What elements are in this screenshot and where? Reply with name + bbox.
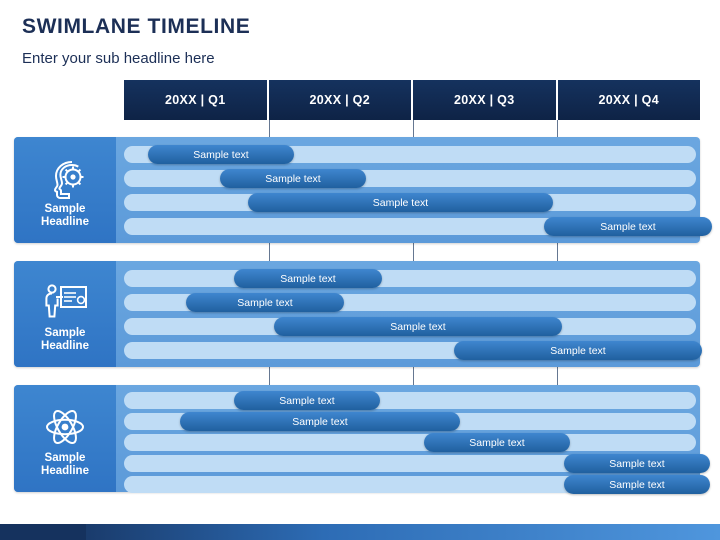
quarter-header-q4[interactable]: 20XX | Q4 xyxy=(557,80,700,120)
swimlane-2: Sample Headline Sample text Sample text … xyxy=(14,261,702,367)
task-bar[interactable]: Sample text xyxy=(424,433,570,452)
task-bar[interactable]: Sample text xyxy=(148,145,294,164)
task-bar[interactable]: Sample text xyxy=(186,293,344,312)
swimlane-1-icon-panel[interactable]: Sample Headline xyxy=(14,137,116,243)
swimlane-3-icon-panel[interactable]: Sample Headline xyxy=(14,385,116,492)
swimlane-1-rows: Sample text Sample text Sample text Samp… xyxy=(124,137,712,243)
swimlane-1-label-line2: Headline xyxy=(41,216,89,228)
task-bar[interactable]: Sample text xyxy=(248,193,553,212)
task-bar[interactable]: Sample text xyxy=(234,269,382,288)
track-row xyxy=(124,392,696,409)
task-bar[interactable]: Sample text xyxy=(544,217,712,236)
task-bar[interactable]: Sample text xyxy=(274,317,562,336)
task-bar[interactable]: Sample text xyxy=(180,412,460,431)
swimlane-3-label: Sample Headline xyxy=(41,452,89,478)
page-title: SWIMLANE TIMELINE xyxy=(22,15,251,38)
swimlane-2-label: Sample Headline xyxy=(41,327,89,353)
swimlane-2-label-line2: Headline xyxy=(41,340,89,352)
task-bar[interactable]: Sample text xyxy=(564,454,710,473)
slide: SWIMLANE TIMELINE Enter your sub headlin… xyxy=(0,0,720,540)
task-bar[interactable]: Sample text xyxy=(220,169,366,188)
quarter-header-q3[interactable]: 20XX | Q3 xyxy=(413,80,556,120)
quarter-header-row: 20XX | Q1 20XX | Q2 20XX | Q3 20XX | Q4 xyxy=(124,80,700,120)
quarter-header-q1[interactable]: 20XX | Q1 xyxy=(124,80,267,120)
task-bar[interactable]: Sample text xyxy=(454,341,702,360)
swimlane-3-label-line1: Sample xyxy=(44,451,86,464)
task-bar[interactable]: Sample text xyxy=(564,475,710,494)
quarter-header-q2[interactable]: 20XX | Q2 xyxy=(268,80,411,120)
swimlane-2-icon-panel[interactable]: Sample Headline xyxy=(14,261,116,367)
track-row xyxy=(124,434,696,451)
track-row xyxy=(124,170,696,187)
atom-icon xyxy=(41,404,89,450)
swimlane-3-rows: Sample text Sample text Sample text Samp… xyxy=(124,385,710,494)
swimlane-1-label-line1: Sample xyxy=(44,203,86,215)
presenter-board-icon xyxy=(41,279,89,325)
swimlane-3-label-line2: Headline xyxy=(41,464,89,477)
swimlane-2-rows: Sample text Sample text Sample text Samp… xyxy=(124,261,702,367)
swimlane-2-label-line1: Sample xyxy=(44,327,86,339)
footer-accent-strip xyxy=(0,524,720,540)
track-row xyxy=(124,270,696,287)
task-bar[interactable]: Sample text xyxy=(234,391,380,410)
page-subtitle: Enter your sub headline here xyxy=(22,50,215,67)
swimlane-3: Sample Headline Sample text Sample text … xyxy=(14,385,710,494)
swimlane-1: Sample Headline Sample text Sample text … xyxy=(14,137,712,243)
swimlane-1-label: Sample Headline xyxy=(41,203,89,229)
head-brain-gear-icon xyxy=(41,155,89,201)
